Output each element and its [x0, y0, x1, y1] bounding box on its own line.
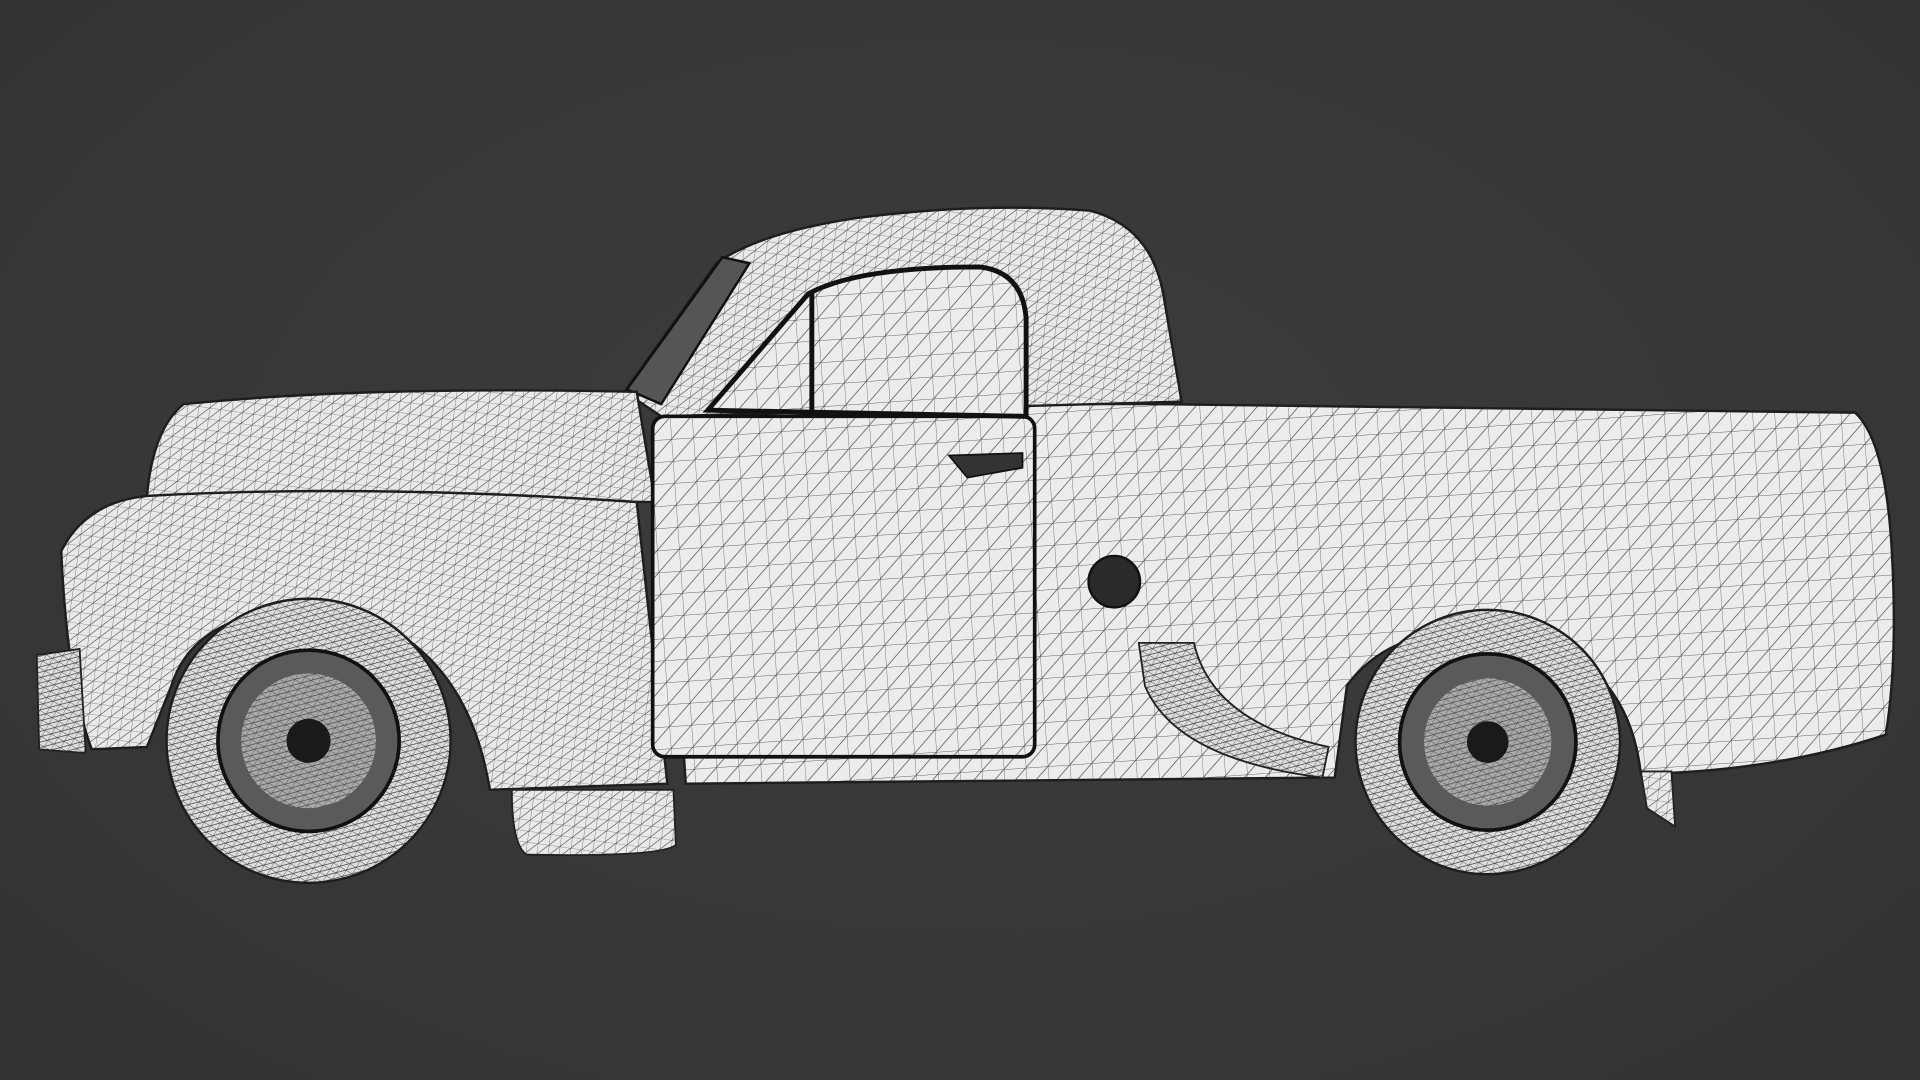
front-wheel	[165, 597, 452, 885]
rear-mudguard	[1639, 770, 1677, 829]
rear-wheel	[1354, 608, 1622, 876]
hood	[145, 389, 657, 504]
wireframe-vehicle	[35, 206, 1896, 885]
3d-viewport[interactable]	[0, 0, 1920, 1080]
fuel-cap	[1087, 554, 1142, 609]
running-board	[510, 788, 677, 857]
front-bumper	[35, 647, 87, 755]
